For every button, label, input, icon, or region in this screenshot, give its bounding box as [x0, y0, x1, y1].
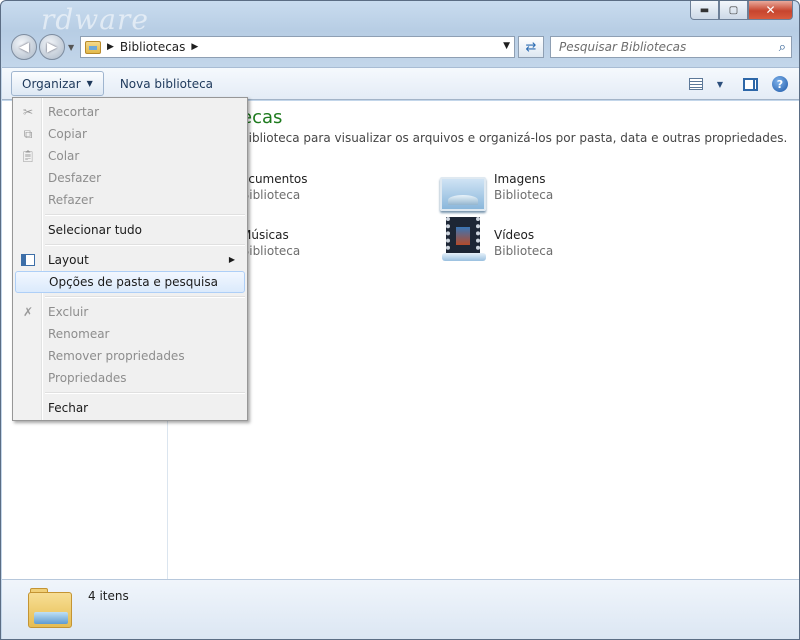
menu-item-colar[interactable]: 📋︎ Colar — [15, 145, 245, 167]
minimize-icon: ▬ — [699, 4, 710, 16]
library-type: Biblioteca — [241, 244, 301, 258]
refresh-icon: ⇄ — [525, 39, 537, 55]
menu-item-label: Desfazer — [48, 171, 102, 185]
explorer-window: rdware ▬ ▢ ✕ ◀ ▶ ▼ ▶ Bibliotecas ▶ ▼ ⇄ P… — [0, 0, 800, 640]
close-icon: ✕ — [765, 3, 776, 17]
refresh-button[interactable]: ⇄ — [518, 36, 544, 58]
library-name: ocumentos — [241, 172, 308, 186]
libraries-folder-icon — [85, 40, 101, 54]
library-item-videos[interactable]: Vídeos Biblioteca — [440, 217, 553, 265]
close-button[interactable]: ✕ — [748, 1, 793, 20]
library-type: Biblioteca — [494, 244, 554, 258]
videos-library-icon — [440, 217, 488, 265]
menu-item-remover-propriedades[interactable]: Remover propriedades — [15, 345, 245, 367]
submenu-arrow-icon: ▶ — [228, 255, 235, 264]
organize-button[interactable]: Organizar ▼ — [11, 71, 104, 96]
content-pane: ecas biblioteca para visualizar os arqui… — [168, 101, 799, 579]
chevron-down-icon: ▼ — [716, 79, 724, 89]
menu-item-label: Recortar — [48, 105, 100, 119]
menu-item-excluir[interactable]: ✗ Excluir — [15, 301, 245, 323]
menu-item-recortar[interactable]: ✂ Recortar — [15, 101, 245, 123]
view-options-dropdown[interactable]: ▼ — [710, 74, 730, 94]
library-item-imagens[interactable]: Imagens Biblioteca — [440, 171, 553, 219]
library-item-documentos[interactable]: ocumentos Biblioteca — [241, 171, 308, 203]
menu-item-label: Remover propriedades — [48, 349, 185, 363]
chevron-down-icon: ▼ — [86, 79, 93, 88]
menu-item-copiar[interactable]: ⧉ Copiar — [15, 123, 245, 145]
menu-item-label: Refazer — [48, 193, 94, 207]
breadcrumb-arrow-icon[interactable]: ▶ — [107, 42, 114, 52]
search-placeholder: Pesquisar Bibliotecas — [559, 40, 687, 54]
menu-separator — [45, 392, 245, 394]
forward-arrow-icon: ▶ — [47, 39, 57, 55]
navigation-buttons: ◀ ▶ ▼ — [11, 34, 74, 60]
delete-icon: ✗ — [22, 305, 34, 319]
menu-item-label: Fechar — [48, 401, 89, 415]
help-icon: ? — [772, 76, 788, 92]
layout-icon — [20, 252, 36, 268]
library-type: Biblioteca — [241, 188, 301, 202]
search-input[interactable]: Pesquisar Bibliotecas ⌕ — [550, 36, 792, 58]
menu-item-label: Colar — [48, 149, 80, 163]
recent-pages-dropdown[interactable]: ▼ — [68, 43, 74, 52]
menu-item-opcoes-de-pasta[interactable]: Opções de pasta e pesquisa — [15, 271, 245, 293]
menu-item-label: Opções de pasta e pesquisa — [49, 275, 218, 289]
item-count: 4 itens — [88, 589, 129, 603]
breadcrumb-bibliotecas[interactable]: Bibliotecas — [120, 40, 185, 54]
library-name: Imagens — [494, 172, 546, 186]
views-icon — [689, 78, 703, 90]
library-name: Vídeos — [494, 228, 535, 242]
address-dropdown-icon[interactable]: ▼ — [503, 41, 510, 51]
window-controls: ▬ ▢ ✕ — [690, 1, 793, 20]
library-name: Músicas — [241, 228, 289, 242]
search-icon[interactable]: ⌕ — [779, 40, 786, 55]
menu-item-label: Renomear — [48, 327, 110, 341]
view-controls: ▼ ? — [676, 74, 790, 94]
scissors-icon: ✂ — [22, 105, 34, 119]
library-item-musicas[interactable]: Músicas Biblioteca — [241, 227, 300, 259]
preview-pane-button[interactable] — [740, 74, 760, 94]
menu-item-label: Layout — [48, 253, 89, 267]
forward-button[interactable]: ▶ — [39, 34, 65, 60]
paste-icon: 📋︎ — [20, 149, 36, 163]
back-arrow-icon: ◀ — [19, 39, 29, 55]
back-button[interactable]: ◀ — [11, 34, 37, 60]
watermark: rdware — [41, 3, 149, 36]
preview-pane-icon — [742, 77, 758, 91]
details-pane: 4 itens — [2, 579, 799, 639]
maximize-icon: ▢ — [728, 4, 739, 16]
libraries-folder-icon — [28, 588, 74, 630]
menu-item-label: Excluir — [48, 305, 89, 319]
menu-separator — [45, 296, 245, 298]
new-library-label: Nova biblioteca — [119, 76, 214, 91]
organize-label: Organizar — [22, 76, 81, 91]
menu-separator — [45, 214, 245, 216]
menu-separator — [45, 244, 245, 246]
menu-item-label: Copiar — [48, 127, 87, 141]
menu-item-propriedades[interactable]: Propriedades — [15, 367, 245, 389]
library-type: Biblioteca — [494, 188, 554, 202]
menu-item-desfazer[interactable]: Desfazer — [15, 167, 245, 189]
pictures-library-icon — [440, 171, 488, 219]
menu-item-label: Propriedades — [48, 371, 127, 385]
copy-icon: ⧉ — [23, 126, 33, 141]
menu-item-renomear[interactable]: Renomear — [15, 323, 245, 345]
breadcrumb-arrow-icon[interactable]: ▶ — [191, 42, 198, 52]
menu-item-layout[interactable]: Layout ▶ — [15, 249, 245, 271]
menu-item-selecionar-tudo[interactable]: Selecionar tudo — [15, 219, 245, 241]
maximize-button[interactable]: ▢ — [719, 1, 748, 20]
page-description: biblioteca para visualizar os arquivos e… — [241, 131, 788, 145]
menu-item-refazer[interactable]: Refazer — [15, 189, 245, 211]
minimize-button[interactable]: ▬ — [690, 1, 719, 20]
organize-menu: ✂ Recortar ⧉ Copiar 📋︎ Colar Desfazer Re… — [12, 97, 248, 421]
address-bar[interactable]: ▶ Bibliotecas ▶ ▼ — [80, 36, 515, 58]
new-library-button[interactable]: Nova biblioteca — [110, 71, 223, 96]
help-button[interactable]: ? — [770, 74, 790, 94]
change-view-button[interactable] — [686, 74, 706, 94]
command-bar: Organizar ▼ Nova biblioteca ▼ ? — [2, 67, 799, 100]
menu-item-fechar[interactable]: Fechar — [15, 397, 245, 419]
menu-item-label: Selecionar tudo — [48, 223, 142, 237]
